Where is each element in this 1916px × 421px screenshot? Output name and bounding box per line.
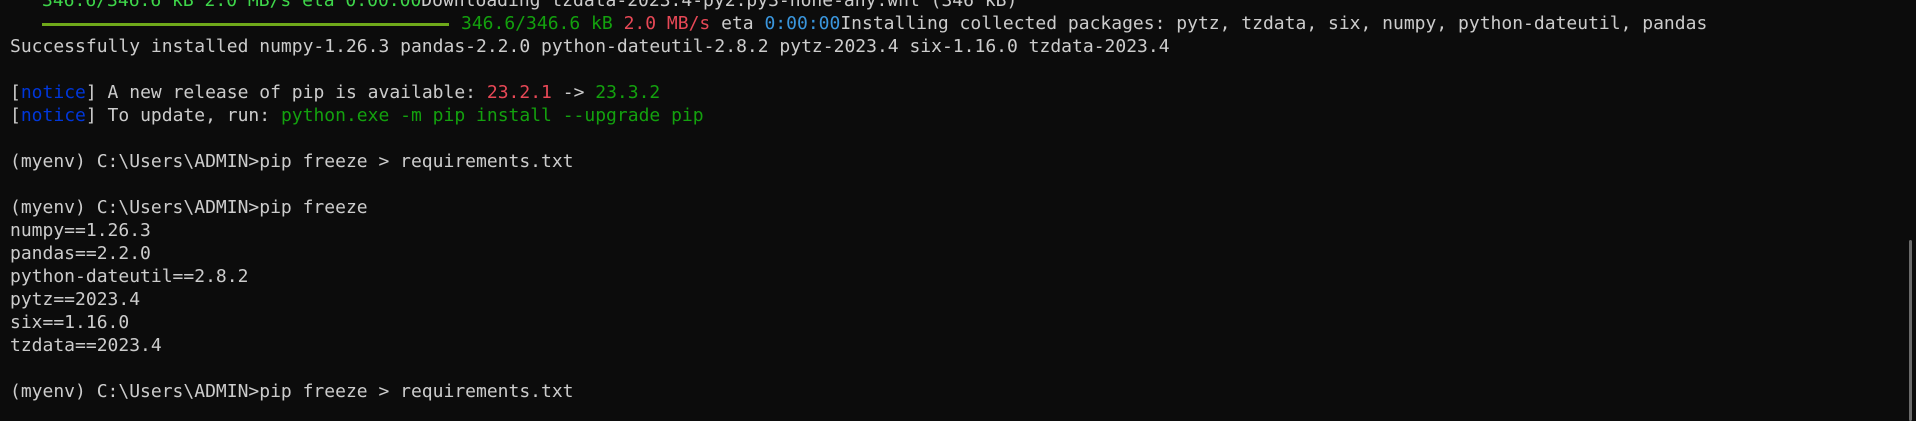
- notice-text: A new release of pip is available:: [96, 82, 487, 103]
- notice-text: To update, run:: [96, 105, 281, 126]
- output-line: python-dateutil==2.8.2: [10, 266, 249, 287]
- progress-bar: [42, 22, 449, 26]
- clipped-rest: Downloading tzdata-2023.4-py2.py3-none-a…: [421, 0, 1018, 11]
- notice-line-update: [notice] To update, run: python.exe -m p…: [10, 104, 1890, 127]
- bracket-close: ]: [85, 82, 97, 103]
- success-line: Successfully installed numpy-1.26.3 pand…: [10, 36, 1170, 57]
- clipped-size: 346.6/346.6 kB 2.0 MB/s eta 0:00:00: [42, 0, 422, 11]
- arrow: ->: [551, 82, 596, 103]
- scrollbar[interactable]: [1906, 0, 1916, 421]
- command-line: (myenv) C:\Users\ADMIN>pip freeze: [10, 197, 368, 218]
- progress-speed: 2.0 MB/s: [623, 13, 711, 34]
- eta-label: eta: [721, 13, 754, 34]
- command-line: (myenv) C:\Users\ADMIN>pip freeze > requ…: [10, 381, 574, 402]
- bracket-close: ]: [85, 105, 97, 126]
- notice-line-release: [notice] A new release of pip is availab…: [10, 81, 1890, 104]
- scrollbar-thumb[interactable]: [1909, 240, 1912, 421]
- notice-tag: notice: [20, 82, 86, 103]
- eta-value: 0:00:00: [764, 13, 841, 34]
- output-line: pytz==2023.4: [10, 289, 141, 310]
- output-line: pandas==2.2.0: [10, 243, 151, 264]
- progress-line: 346.6/346.6 kB 2.0 MB/s eta 0:00:00Insta…: [10, 12, 1890, 35]
- output-line: tzdata==2023.4: [10, 335, 162, 356]
- terminal-output[interactable]: 346.6/346.6 kB 2.0 MB/s eta 0:00:00Downl…: [10, 0, 1890, 403]
- progress-size: 346.6/346.6 kB: [461, 13, 613, 34]
- output-line: numpy==1.26.3: [10, 220, 151, 241]
- old-version: 23.2.1: [486, 82, 552, 103]
- bracket-open: [: [10, 82, 21, 103]
- notice-tag: notice: [20, 105, 86, 126]
- clipped-download-line: 346.6/346.6 kB 2.0 MB/s eta 0:00:00Downl…: [10, 0, 1890, 12]
- command-line: (myenv) C:\Users\ADMIN>pip freeze > requ…: [10, 151, 574, 172]
- bracket-open: [: [10, 105, 21, 126]
- installing-text: Installing collected packages: pytz, tzd…: [840, 13, 1708, 34]
- output-line: six==1.16.0: [10, 312, 130, 333]
- upgrade-command: python.exe -m pip install --upgrade pip: [280, 105, 704, 126]
- new-version: 23.3.2: [595, 82, 661, 103]
